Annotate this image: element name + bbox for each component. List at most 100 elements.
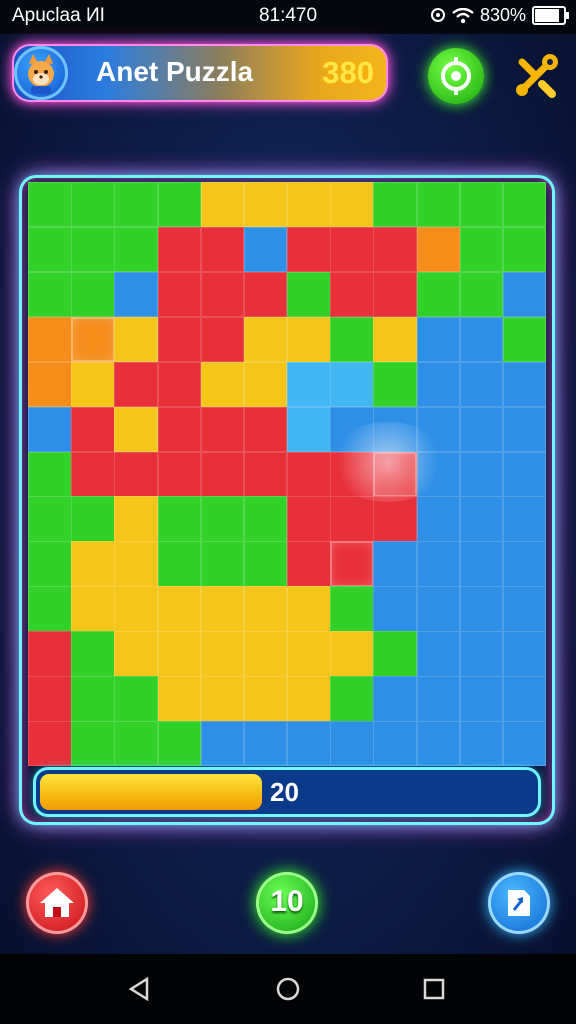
puzzle-piece[interactable] [330, 361, 374, 408]
home-button[interactable] [26, 872, 88, 934]
puzzle-piece[interactable] [71, 182, 115, 228]
puzzle-piece[interactable] [287, 631, 331, 677]
puzzle-piece[interactable] [243, 631, 288, 677]
puzzle-piece[interactable] [200, 541, 245, 587]
puzzle-piece[interactable] [200, 631, 245, 677]
puzzle-piece[interactable] [114, 361, 158, 408]
puzzle-piece[interactable] [502, 406, 547, 453]
puzzle-piece[interactable] [373, 676, 417, 722]
puzzle-piece[interactable] [502, 496, 547, 542]
puzzle-piece[interactable] [416, 361, 461, 408]
puzzle-piece[interactable] [243, 541, 288, 587]
puzzle-piece[interactable] [71, 586, 115, 632]
puzzle-piece[interactable] [157, 496, 202, 542]
puzzle-piece[interactable] [28, 182, 72, 228]
puzzle-piece[interactable] [502, 451, 547, 497]
puzzle-piece[interactable] [459, 631, 504, 677]
puzzle-piece[interactable] [459, 496, 504, 542]
puzzle-piece[interactable] [459, 316, 504, 363]
puzzle-piece[interactable] [502, 541, 547, 587]
puzzle-piece[interactable] [71, 271, 115, 318]
puzzle-piece[interactable] [373, 496, 417, 542]
puzzle-piece[interactable] [157, 451, 202, 497]
puzzle-piece[interactable] [330, 676, 374, 722]
puzzle-piece[interactable] [28, 361, 72, 408]
puzzle-piece[interactable] [243, 676, 288, 722]
puzzle-piece[interactable] [28, 406, 72, 453]
puzzle-piece[interactable] [157, 271, 202, 318]
puzzle-piece[interactable] [330, 541, 374, 587]
puzzle-piece[interactable] [287, 226, 331, 273]
puzzle-piece[interactable] [287, 361, 331, 408]
puzzle-piece[interactable] [287, 271, 331, 318]
puzzle-piece[interactable] [330, 271, 374, 318]
puzzle-piece[interactable] [243, 451, 288, 497]
puzzle-piece[interactable] [114, 676, 158, 722]
puzzle-piece[interactable] [459, 586, 504, 632]
puzzle-piece[interactable] [243, 586, 288, 632]
puzzle-piece[interactable] [416, 541, 461, 587]
puzzle-piece[interactable] [459, 451, 504, 497]
puzzle-piece[interactable] [28, 586, 72, 632]
puzzle-piece[interactable] [287, 451, 331, 497]
puzzle-piece[interactable] [200, 721, 245, 767]
puzzle-piece[interactable] [416, 676, 461, 722]
puzzle-piece[interactable] [243, 406, 288, 453]
puzzle-piece[interactable] [243, 182, 288, 228]
puzzle-piece[interactable] [330, 316, 374, 363]
puzzle-piece[interactable] [71, 226, 115, 273]
puzzle-piece[interactable] [200, 316, 245, 363]
puzzle-piece[interactable] [157, 182, 202, 228]
puzzle-piece[interactable] [28, 721, 72, 767]
puzzle-piece[interactable] [330, 631, 374, 677]
share-button[interactable] [488, 872, 550, 934]
puzzle-piece[interactable] [114, 586, 158, 632]
puzzle-piece[interactable] [459, 541, 504, 587]
settings-button[interactable] [506, 46, 566, 106]
puzzle-piece[interactable] [243, 721, 288, 767]
puzzle-piece[interactable] [157, 586, 202, 632]
puzzle-piece[interactable] [114, 631, 158, 677]
puzzle-piece[interactable] [373, 406, 417, 453]
puzzle-piece[interactable] [287, 721, 331, 767]
puzzle-piece[interactable] [157, 316, 202, 363]
puzzle-piece[interactable] [330, 406, 374, 453]
puzzle-piece[interactable] [200, 182, 245, 228]
puzzle-piece[interactable] [114, 496, 158, 542]
puzzle-piece[interactable] [28, 451, 72, 497]
recents-nav-icon[interactable] [419, 974, 449, 1004]
puzzle-piece[interactable] [114, 226, 158, 273]
puzzle-piece[interactable] [28, 676, 72, 722]
puzzle-piece[interactable] [287, 586, 331, 632]
puzzle-piece[interactable] [114, 541, 158, 587]
puzzle-piece[interactable] [71, 316, 115, 363]
puzzle-piece[interactable] [330, 586, 374, 632]
puzzle-piece[interactable] [28, 496, 72, 542]
puzzle-piece[interactable] [28, 631, 72, 677]
puzzle-piece[interactable] [200, 676, 245, 722]
puzzle-piece[interactable] [502, 631, 547, 677]
puzzle-piece[interactable] [416, 406, 461, 453]
puzzle-piece[interactable] [71, 631, 115, 677]
puzzle-piece[interactable] [416, 721, 461, 767]
puzzle-piece[interactable] [157, 721, 202, 767]
puzzle-piece[interactable] [330, 226, 374, 273]
puzzle-piece[interactable] [373, 271, 417, 318]
puzzle-piece[interactable] [502, 316, 547, 363]
puzzle-piece[interactable] [71, 721, 115, 767]
puzzle-piece[interactable] [71, 406, 115, 453]
puzzle-piece[interactable] [114, 451, 158, 497]
puzzle-piece[interactable] [373, 721, 417, 767]
puzzle-piece[interactable] [502, 721, 547, 767]
puzzle-piece[interactable] [459, 406, 504, 453]
puzzle-piece[interactable] [502, 676, 547, 722]
puzzle-piece[interactable] [200, 406, 245, 453]
puzzle-piece[interactable] [114, 406, 158, 453]
puzzle-piece[interactable] [28, 541, 72, 587]
puzzle-piece[interactable] [114, 316, 158, 363]
puzzle-piece[interactable] [373, 226, 417, 273]
puzzle-piece[interactable] [200, 586, 245, 632]
puzzle-piece[interactable] [416, 316, 461, 363]
puzzle-piece[interactable] [502, 586, 547, 632]
puzzle-piece[interactable] [459, 182, 504, 228]
